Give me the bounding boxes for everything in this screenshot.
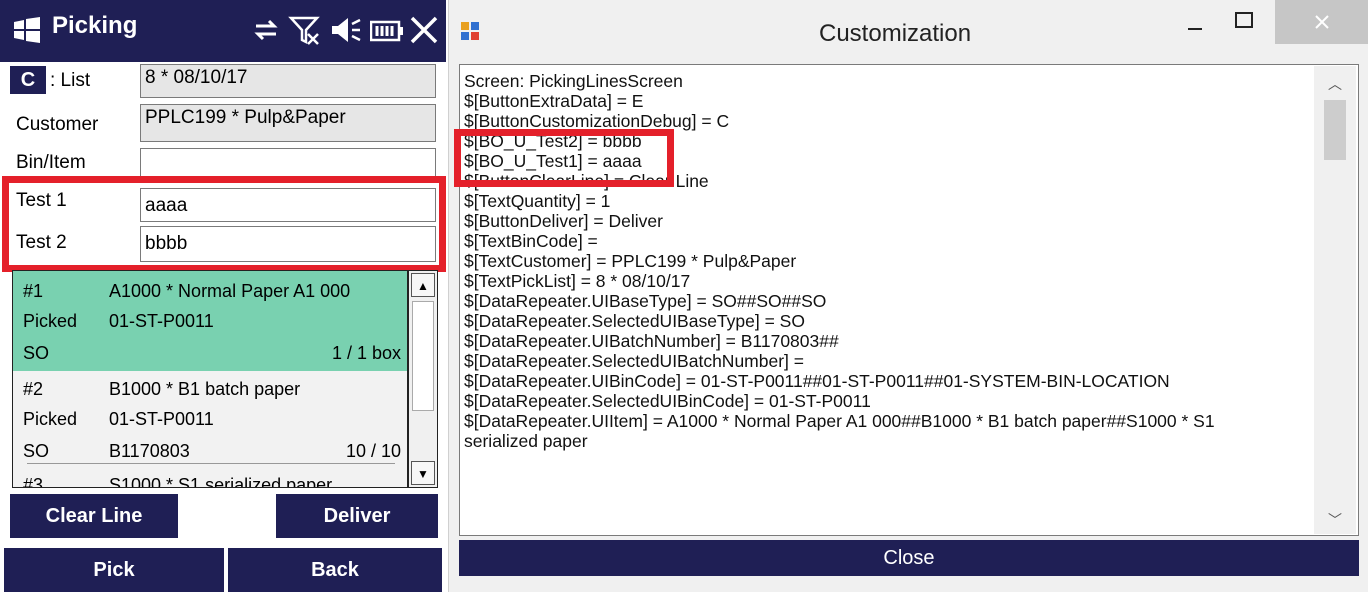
customization-window: Customization Screen: PickingLinesScreen… [448,0,1368,592]
debug-line: $[DataRepeater.UIBinCode] = 01-ST-P0011#… [464,371,1170,391]
row-type: SO [23,441,50,461]
window-title: Customization [819,20,972,47]
picking-title-bar: Picking [0,0,446,62]
test2-input[interactable]: bbbb [140,226,436,262]
scroll-up-arrow-icon[interactable]: ︿ [1328,74,1342,94]
debug-line: $[TextQuantity] = 1 [464,191,611,211]
close-icon[interactable] [408,14,440,46]
debug-line: $[DataRepeater.SelectedUIBinCode] = 01-S… [464,391,871,411]
debug-line: $[ButtonDeliver] = Deliver [464,211,663,231]
picking-screen: Picking C : List 8 * 08/10/17 Customer P… [0,0,446,592]
test1-input[interactable]: aaaa [140,188,436,222]
debug-line: $[DataRepeater.SelectedUIBaseType] = SO [464,311,805,331]
list-item[interactable]: #2 B1000 * B1 batch paper Picked 01-ST-P… [13,371,407,467]
list-field[interactable]: 8 * 08/10/17 [140,64,436,98]
window-title-bar: Customization [449,0,1368,62]
scroll-up-arrow-icon[interactable]: ▲ [411,273,435,297]
row-type: SO [23,343,50,363]
debug-line: $[TextBinCode] = [464,231,598,251]
debug-line: $[TextCustomer] = PPLC199 * Pulp&Paper [464,251,797,271]
row-item: S1000 * S1 serialized paper [109,475,333,488]
pick-lines-list[interactable]: #1 A1000 * Normal Paper A1 000 Picked 01… [12,270,408,488]
row-batch: B1170803 [109,441,190,461]
textarea-scrollbar[interactable]: ︿ ﹀ [1314,66,1356,534]
scroll-thumb[interactable] [412,301,434,411]
list-scrollbar[interactable]: ▲ ▼ [408,270,438,488]
row-bin: 01-ST-P0011 [109,311,214,331]
scroll-thumb[interactable] [1324,100,1346,160]
test1-label: Test 1 [16,190,67,211]
debug-line: Screen: PickingLinesScreen [464,71,683,91]
list-item[interactable]: #3 S1000 * S1 serialized paper [13,467,407,488]
customer-label: Customer [16,114,99,135]
close-icon [1315,15,1329,29]
signal-off-icon [288,16,320,45]
sync-arrows-icon [254,19,278,41]
row-divider [27,463,395,464]
binitem-label: Bin/Item [16,152,86,173]
speaker-icon [332,18,361,42]
test2-label: Test 2 [16,232,67,253]
row-status: Picked [23,409,78,429]
windows-flag-icon[interactable] [12,16,42,44]
debug-line: $[DataRepeater.SelectedUIBatchNumber] = [464,351,804,371]
row-quantity: 1 / 1 box [331,343,401,363]
row-number: #3 [23,475,44,488]
scroll-down-arrow-icon[interactable]: ▼ [411,461,435,485]
debug-line: $[DataRepeater.UIBatchNumber] = B1170803… [464,331,839,351]
test-lines-highlight [454,129,674,187]
customer-field[interactable]: PPLC199 * Pulp&Paper [140,104,436,142]
row-item: A1000 * Normal Paper A1 000 [109,281,351,301]
back-button[interactable]: Back [228,548,442,592]
window-close-button[interactable] [1275,0,1368,44]
scroll-down-arrow-icon[interactable]: ﹀ [1328,510,1342,530]
clear-line-button[interactable]: Clear Line [10,494,178,538]
binitem-input[interactable] [140,148,436,178]
app-icon [461,22,479,40]
list-label: : List [50,70,91,91]
debug-line: $[DataRepeater.UIBaseType] = SO##SO##SO [464,291,827,311]
debug-line: $[TextPickList] = 8 * 08/10/17 [464,271,691,291]
close-button[interactable]: Close [459,540,1359,576]
debug-line: $[DataRepeater.UIItem] = A1000 * Normal … [464,411,1215,431]
battery-icon [370,20,403,42]
minimize-icon[interactable] [1185,14,1205,34]
debug-lines: Screen: PickingLinesScreen $[ButtonExtra… [464,71,1304,451]
picking-title: Picking [52,12,138,39]
row-number: #2 [23,379,44,399]
debug-textarea[interactable]: Screen: PickingLinesScreen $[ButtonExtra… [454,64,1359,536]
debug-line: serialized paper [464,431,588,451]
pick-button[interactable]: Pick [4,548,224,592]
deliver-button[interactable]: Deliver [276,494,438,538]
list-item[interactable]: #1 A1000 * Normal Paper A1 000 Picked 01… [13,271,407,371]
debug-line: $[ButtonExtraData] = E [464,91,644,111]
maximize-icon[interactable] [1233,10,1255,32]
row-item: B1000 * B1 batch paper [109,379,301,399]
row-bin: 01-ST-P0011 [109,409,214,429]
c-button[interactable]: C [10,66,46,94]
row-status: Picked [23,311,78,331]
row-number: #1 [23,281,44,301]
debug-line: $[ButtonCustomizationDebug] = C [464,111,730,131]
row-quantity: 10 / 10 [345,441,401,461]
